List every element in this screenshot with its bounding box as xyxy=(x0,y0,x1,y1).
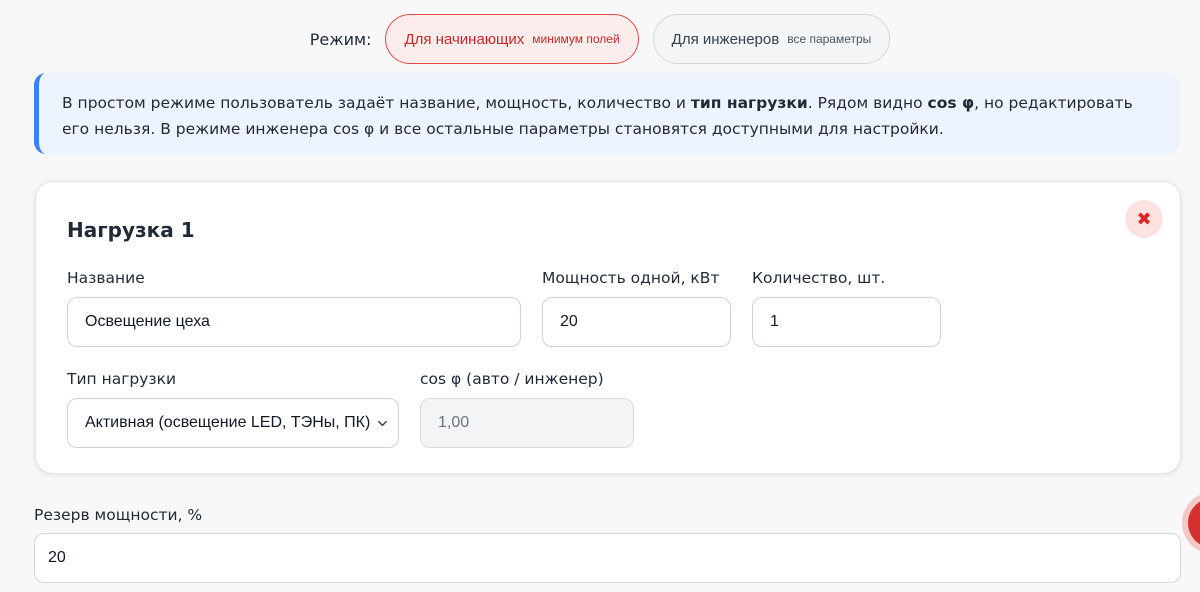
reserve-input[interactable]: 20 xyxy=(34,533,1181,583)
power-value: 20 xyxy=(560,313,578,330)
name-value: Освещение цеха xyxy=(85,313,210,330)
remove-load-button[interactable]: ✖ xyxy=(1125,200,1163,238)
info-bold-1: тип нагрузки xyxy=(690,94,808,112)
load-title: Нагрузка 1 xyxy=(67,218,195,242)
cos-input: 1,00 xyxy=(420,398,634,448)
reserve-label: Резерв мощности, % xyxy=(34,506,203,524)
power-label: Мощность одной, кВт xyxy=(542,269,720,287)
load-card: Нагрузка 1 ✖ Название Освещение цеха Мощ… xyxy=(35,181,1181,474)
quantity-input[interactable]: 1 xyxy=(752,297,941,347)
type-select[interactable]: Активная (освещение LED, ТЭНы, ПК) xyxy=(67,398,399,448)
info-text-1: В простом режиме пользователь задаёт наз… xyxy=(62,94,691,112)
type-value: Активная (освещение LED, ТЭНы, ПК) xyxy=(85,414,371,431)
name-label: Название xyxy=(67,269,145,287)
close-icon: ✖ xyxy=(1136,208,1152,230)
chevron-down-icon xyxy=(378,420,387,427)
mode-beginner-title: Для начинающих xyxy=(404,30,525,48)
mode-label: Режим: xyxy=(309,29,372,49)
quantity-label: Количество, шт. xyxy=(752,269,886,287)
cos-label: cos φ (авто / инженер) xyxy=(420,370,604,388)
floating-action-button[interactable] xyxy=(1188,498,1200,548)
mode-engineer-button[interactable]: Для инженеров все параметры xyxy=(652,14,891,64)
quantity-value: 1 xyxy=(770,313,779,330)
info-text-2: . Рядом видно xyxy=(807,94,928,112)
reserve-value: 20 xyxy=(48,549,66,566)
info-box: В простом режиме пользователь задаёт наз… xyxy=(34,73,1180,154)
mode-engineer-subtitle: все параметры xyxy=(787,32,872,46)
page: Режим: Для начинающих минимум полей Для … xyxy=(0,0,1200,592)
info-bold-2: cos φ xyxy=(927,94,975,112)
name-input[interactable]: Освещение цеха xyxy=(67,297,521,347)
power-input[interactable]: 20 xyxy=(542,297,731,347)
type-label: Тип нагрузки xyxy=(67,370,177,388)
mode-beginner-button[interactable]: Для начинающих минимум полей xyxy=(385,14,639,64)
mode-switch: Режим: Для начинающих минимум полей Для … xyxy=(0,14,1200,64)
cos-value: 1,00 xyxy=(438,414,470,431)
mode-engineer-title: Для инженеров xyxy=(671,30,780,48)
mode-beginner-subtitle: минимум полей xyxy=(532,32,620,46)
